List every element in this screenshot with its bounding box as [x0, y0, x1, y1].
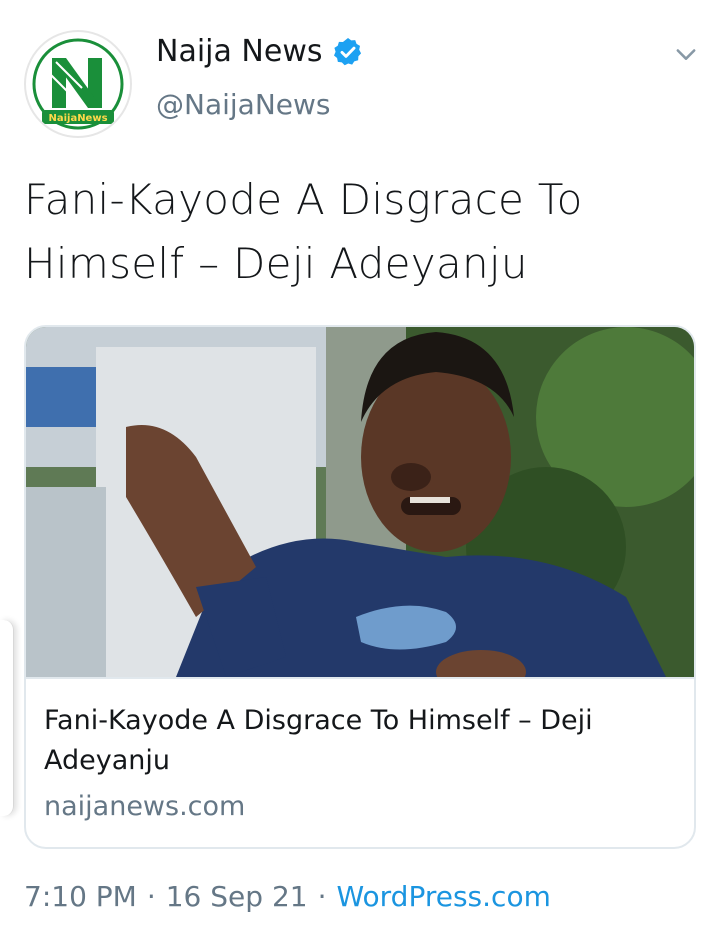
card-domain: naijanews.com: [44, 791, 246, 822]
avatar[interactable]: NaijaNews: [24, 30, 132, 138]
svg-text:NaijaNews: NaijaNews: [48, 113, 107, 124]
user-handle[interactable]: @NaijaNews: [156, 88, 330, 121]
edge-overlay: [0, 620, 14, 816]
verified-badge-icon: [334, 37, 362, 65]
naija-news-logo-icon: NaijaNews: [28, 34, 128, 134]
tweet-meta: 7:10 PM · 16 Sep 21 · WordPress.com: [24, 880, 551, 913]
tweet: NaijaNews Naija News @NaijaNews Fani-Kay…: [0, 0, 720, 934]
link-card[interactable]: Fani-Kayode A Disgrace To Himself – Deji…: [24, 325, 696, 849]
tweet-date[interactable]: 16 Sep 21: [166, 880, 308, 913]
card-title[interactable]: Fani-Kayode A Disgrace To Himself – Deji…: [44, 701, 684, 781]
tweet-source-link[interactable]: WordPress.com: [336, 880, 550, 913]
card-divider: [26, 677, 694, 679]
meta-separator: ·: [317, 880, 327, 913]
meta-separator: ·: [146, 880, 156, 913]
user-name-row: Naija News: [156, 34, 364, 69]
tweet-text: Fani-Kayode A Disgrace To Himself – Deji…: [24, 175, 583, 288]
card-image[interactable]: [26, 327, 694, 677]
tweet-time[interactable]: 7:10 PM: [24, 880, 137, 913]
user-name[interactable]: Naija News: [156, 34, 322, 69]
chevron-down-icon[interactable]: [672, 40, 700, 68]
